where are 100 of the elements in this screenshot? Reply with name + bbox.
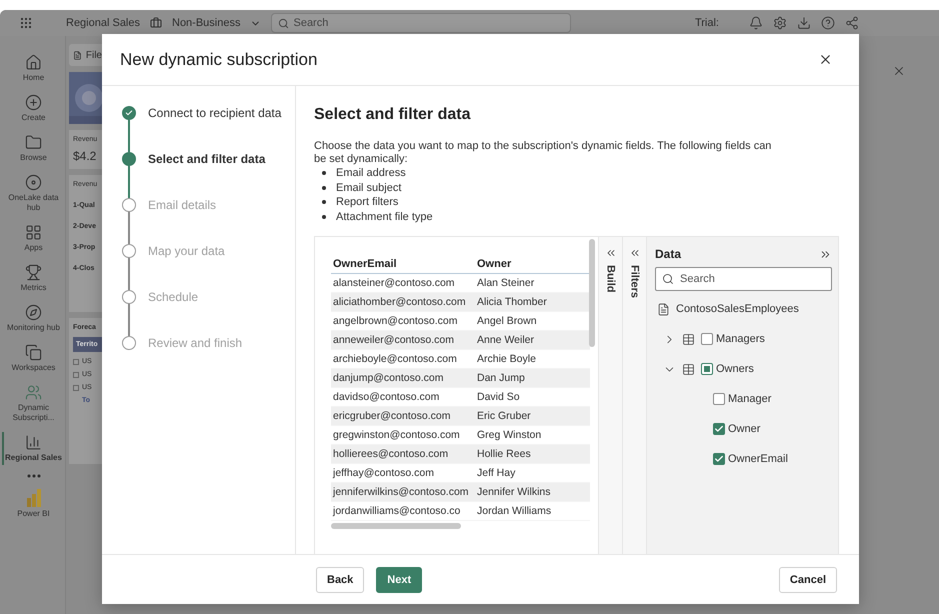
table-cell-text: Anne Weiler xyxy=(476,333,536,348)
next-button[interactable]: Next xyxy=(376,566,422,592)
sensitivity-label[interactable]: Non-Business xyxy=(172,17,240,29)
help-icon[interactable] xyxy=(821,16,835,30)
nav-item[interactable]: Metrics xyxy=(2,262,64,295)
share-icon[interactable] xyxy=(845,16,859,30)
table-cell-text: Angel Brown xyxy=(476,314,538,329)
apps-icon xyxy=(25,224,42,241)
nav-item[interactable]: Browse xyxy=(2,132,64,165)
cancel-button[interactable]: Cancel xyxy=(778,566,837,592)
table-cell-text: Hollie Rees xyxy=(476,447,532,462)
back-button[interactable]: Back xyxy=(316,566,364,592)
people-icon xyxy=(25,384,42,401)
step-label: Email details xyxy=(148,198,216,214)
table-cell-text: jordanwilliams@contoso.co xyxy=(332,504,462,519)
step-label: Connect to recipient data xyxy=(148,106,282,122)
table-cell-text: aliciathomber@contoso.com xyxy=(332,295,467,310)
table-cell-text: Eric Gruber xyxy=(476,409,532,424)
table-cell-text: jeffhay@contoso.com xyxy=(332,466,435,481)
table-cell-text: Greg Winston xyxy=(476,428,542,443)
folder-icon xyxy=(25,134,42,151)
table-checkbox[interactable]: Owners xyxy=(701,363,754,375)
table-cell-text: hollierees@contoso.com xyxy=(332,447,450,462)
search-field[interactable]: Search xyxy=(271,13,572,33)
table-cell-text: Jordan Williams xyxy=(476,504,552,519)
check-icon xyxy=(714,454,724,464)
table-cell-text: Jennifer Wilkins xyxy=(476,485,552,500)
vertical-scrollbar[interactable] xyxy=(589,239,595,347)
table-cell-text: archieboyle@contoso.com xyxy=(332,352,458,367)
side-tab[interactable]: Build xyxy=(598,237,622,554)
bullet-icon xyxy=(322,171,326,176)
nav-item[interactable]: Monitoring hub xyxy=(2,302,64,335)
kpi-value: $4.2 xyxy=(73,149,98,163)
app-launcher-icon[interactable] xyxy=(20,17,32,29)
horizontal-scrollbar[interactable] xyxy=(331,523,461,529)
nav-item[interactable]: Create xyxy=(2,92,64,125)
nav-item[interactable]: Dynamic Subscripti... xyxy=(2,382,64,425)
nav-item[interactable]: Apps xyxy=(2,222,64,255)
partial-mark-icon xyxy=(704,366,710,372)
bullet-icon xyxy=(322,186,326,190)
nav-item[interactable]: Regional Sales xyxy=(2,432,64,465)
table-checkbox[interactable]: Managers xyxy=(701,333,765,345)
collapse-icon xyxy=(604,247,616,259)
step-label: Review and finish xyxy=(148,336,242,350)
step-label: Select and filter data xyxy=(148,152,266,168)
table-cell-text: Dan Jump xyxy=(476,371,526,386)
bullet-icon xyxy=(322,214,326,219)
table-cell-text: davidso@contoso.com xyxy=(332,390,440,405)
table-cell-text: danjump@contoso.com xyxy=(332,371,444,386)
chart-icon xyxy=(25,434,42,451)
search-icon xyxy=(662,273,674,285)
section-heading: Select and filter data xyxy=(314,106,472,124)
table-cell-text: jenniferwilkins@contoso.com xyxy=(332,485,470,500)
field-checkbox[interactable]: Owner xyxy=(713,423,760,435)
download-icon[interactable] xyxy=(797,16,811,30)
more-icon xyxy=(26,474,40,478)
check-icon xyxy=(125,109,133,117)
dialog-title: New dynamic subscription xyxy=(120,50,318,70)
field-checkbox[interactable]: Manager xyxy=(713,393,772,405)
close-icon[interactable] xyxy=(892,64,906,78)
pane-title: Data xyxy=(655,247,682,261)
table-cell-text: David So xyxy=(476,390,521,405)
table-cell-text: Alicia Thomber xyxy=(476,295,548,310)
side-tab[interactable]: Filters xyxy=(622,237,646,554)
nav-item[interactable]: OneLake data hub xyxy=(2,172,64,215)
file-tab[interactable]: File xyxy=(69,44,102,66)
table-cell-text: ericgruber@contoso.com xyxy=(332,409,452,424)
column-header[interactable]: OwnerEmail xyxy=(331,253,471,273)
disc-icon xyxy=(25,174,42,191)
close-button[interactable] xyxy=(818,52,833,67)
workspace-name[interactable]: Regional Sales xyxy=(66,17,140,29)
nav-item[interactable]: Home xyxy=(2,52,64,85)
table-cell-text: Jeff Hay xyxy=(476,466,516,481)
power-bi-logo-icon xyxy=(26,489,42,507)
trophy-icon xyxy=(25,264,42,281)
check-icon xyxy=(714,424,724,434)
intro-text: Choose the data you want to map to the subscription's dynamic fields. The following fields can be set dynamically: xyxy=(314,140,772,166)
nav-item[interactable]: Workspaces xyxy=(2,342,64,375)
nav-item[interactable]: Power BI xyxy=(2,487,64,521)
column-header[interactable]: Owner xyxy=(475,253,590,273)
table-cell-text: Archie Boyle xyxy=(476,352,537,367)
bullet-icon xyxy=(322,200,326,204)
compass-icon xyxy=(25,304,42,321)
table-cell-text: Alan Steiner xyxy=(476,276,536,291)
field-checkbox[interactable]: OwnerEmail xyxy=(713,453,788,465)
model-icon xyxy=(657,302,670,316)
file-icon xyxy=(73,50,82,60)
table-cell-text: gregwinston@contoso.com xyxy=(332,428,461,443)
home-icon xyxy=(25,54,42,71)
model-name: ContosoSalesEmployees xyxy=(676,303,799,315)
list-item: Report filters xyxy=(336,195,398,210)
list-item: Email subject xyxy=(336,180,402,195)
trial-label: Trial: xyxy=(694,17,719,29)
table-icon xyxy=(682,332,695,346)
search-field[interactable]: Search xyxy=(655,267,832,291)
bell-icon[interactable] xyxy=(749,16,763,30)
table-cell-text: anneweiler@contoso.com xyxy=(332,333,455,348)
table-cell-text: angelbrown@contoso.com xyxy=(332,314,458,329)
settings-icon[interactable] xyxy=(773,16,787,30)
step-label: Schedule xyxy=(148,290,198,306)
